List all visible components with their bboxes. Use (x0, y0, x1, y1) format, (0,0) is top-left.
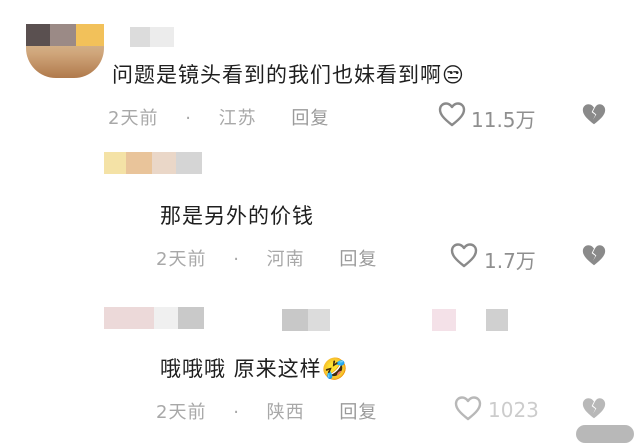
username-blurred[interactable] (176, 152, 202, 174)
watermark (576, 425, 634, 443)
heart-icon (454, 395, 482, 421)
like-button[interactable] (454, 395, 482, 421)
reply-button[interactable]: 回复 (291, 108, 329, 129)
reply-button[interactable]: 回复 (339, 249, 377, 270)
username-blurred[interactable] (130, 27, 150, 47)
dislike-button[interactable] (581, 395, 607, 421)
reply-button[interactable]: 回复 (339, 402, 377, 423)
heart-icon (450, 242, 478, 268)
avatar-blurred[interactable] (104, 307, 154, 329)
timestamp: 2天前 (156, 402, 207, 423)
username-blurred[interactable] (282, 309, 308, 331)
pixel-block (76, 24, 104, 46)
location: 江苏 (218, 108, 257, 129)
comment-meta: 2天前 · 江苏 回复 (108, 104, 329, 130)
separator-dot: · (233, 402, 240, 423)
like-button[interactable] (438, 101, 466, 127)
broken-heart-icon (581, 101, 607, 127)
avatar-blurred[interactable] (178, 307, 204, 329)
avatar-blurred[interactable] (154, 307, 178, 329)
username-blurred[interactable] (308, 309, 330, 331)
badge-blurred (486, 309, 508, 331)
pixel-block (50, 24, 76, 46)
comment-text: 问题是镜头看到的我们也妹看到啊😒 (112, 59, 465, 89)
comment-text: 那是另外的价钱 (160, 204, 314, 228)
avatar-blurred[interactable] (126, 152, 152, 174)
separator-dot: · (233, 249, 240, 270)
username-blurred[interactable] (150, 27, 174, 47)
pixel-block (26, 24, 50, 46)
badge-blurred (432, 309, 456, 331)
like-button[interactable] (450, 242, 478, 268)
avatar[interactable] (26, 24, 104, 78)
broken-heart-icon (581, 242, 607, 268)
like-count: 1023 (488, 398, 539, 422)
timestamp: 2天前 (156, 249, 207, 270)
comment-text: 哦哦哦 原来这样🤣 (160, 353, 349, 383)
timestamp: 2天前 (108, 108, 159, 129)
broken-heart-icon (581, 395, 607, 421)
dislike-button[interactable] (581, 242, 607, 268)
comment-body: 哦哦哦 原来这样 (160, 357, 322, 381)
avatar-blurred[interactable] (152, 152, 176, 174)
comment-meta: 2天前 · 陕西 回复 (156, 398, 377, 424)
comment-body: 问题是镜头看到的我们也妹看到啊 (112, 63, 442, 87)
location: 河南 (266, 249, 305, 270)
like-count: 1.7万 (484, 249, 536, 273)
avatar-blurred[interactable] (104, 152, 126, 174)
heart-icon (438, 101, 466, 127)
location: 陕西 (266, 402, 305, 423)
separator-dot: · (185, 108, 192, 129)
emoji: 🤣 (321, 357, 349, 381)
like-count: 11.5万 (471, 108, 536, 132)
comment-meta: 2天前 · 河南 回复 (156, 245, 377, 271)
emoji: 😒 (442, 63, 465, 87)
dislike-button[interactable] (581, 101, 607, 127)
